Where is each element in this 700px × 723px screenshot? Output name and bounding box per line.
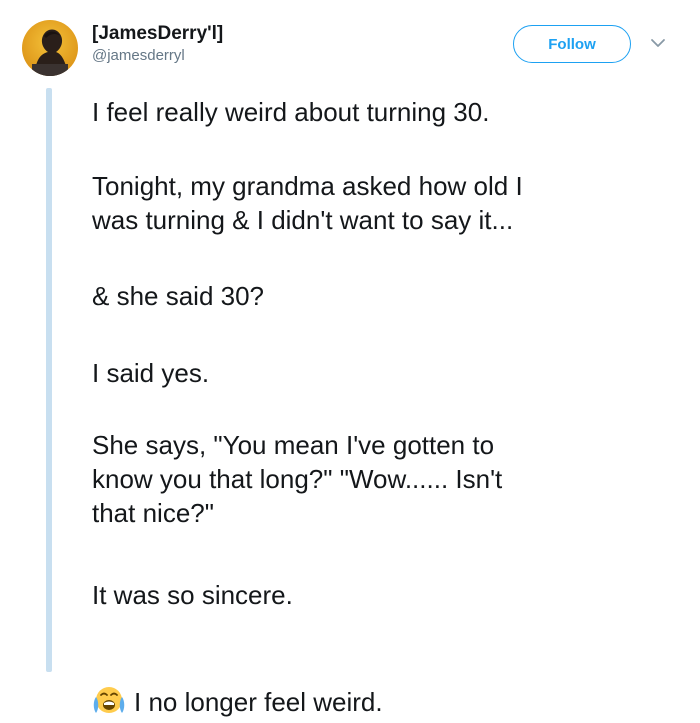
author-header: [JamesDerry'l] @jamesderryl bbox=[92, 22, 223, 66]
loudly-crying-face-icon bbox=[92, 651, 126, 723]
tweet-paragraph: It was so sincere. bbox=[92, 580, 293, 610]
follow-button[interactable]: Follow bbox=[513, 25, 631, 63]
tweet-paragraph: She says, "You mean I've gotten to know … bbox=[92, 430, 503, 528]
tweet-last-line-text: I no longer feel weird. bbox=[134, 687, 383, 717]
chevron-down-icon[interactable] bbox=[650, 36, 666, 48]
tweet-paragraph: I feel really weird about turning 30. bbox=[92, 97, 490, 127]
tweet-paragraph: Tonight, my grandma asked how old I was … bbox=[92, 171, 523, 235]
tweet-paragraph: & she said 30? bbox=[92, 281, 265, 311]
author-handle[interactable]: @jamesderryl bbox=[92, 46, 223, 66]
avatar-image bbox=[22, 20, 78, 76]
tweet-card: [JamesDerry'l] @jamesderryl Follow I fee… bbox=[0, 0, 700, 717]
thread-connector-line bbox=[46, 88, 52, 672]
tweet-paragraph: I said yes. bbox=[92, 358, 210, 388]
user-avatar[interactable] bbox=[22, 20, 78, 76]
tweet-last-line: I no longer feel weird. bbox=[92, 617, 682, 723]
author-display-name[interactable]: [JamesDerry'l] bbox=[92, 22, 223, 46]
